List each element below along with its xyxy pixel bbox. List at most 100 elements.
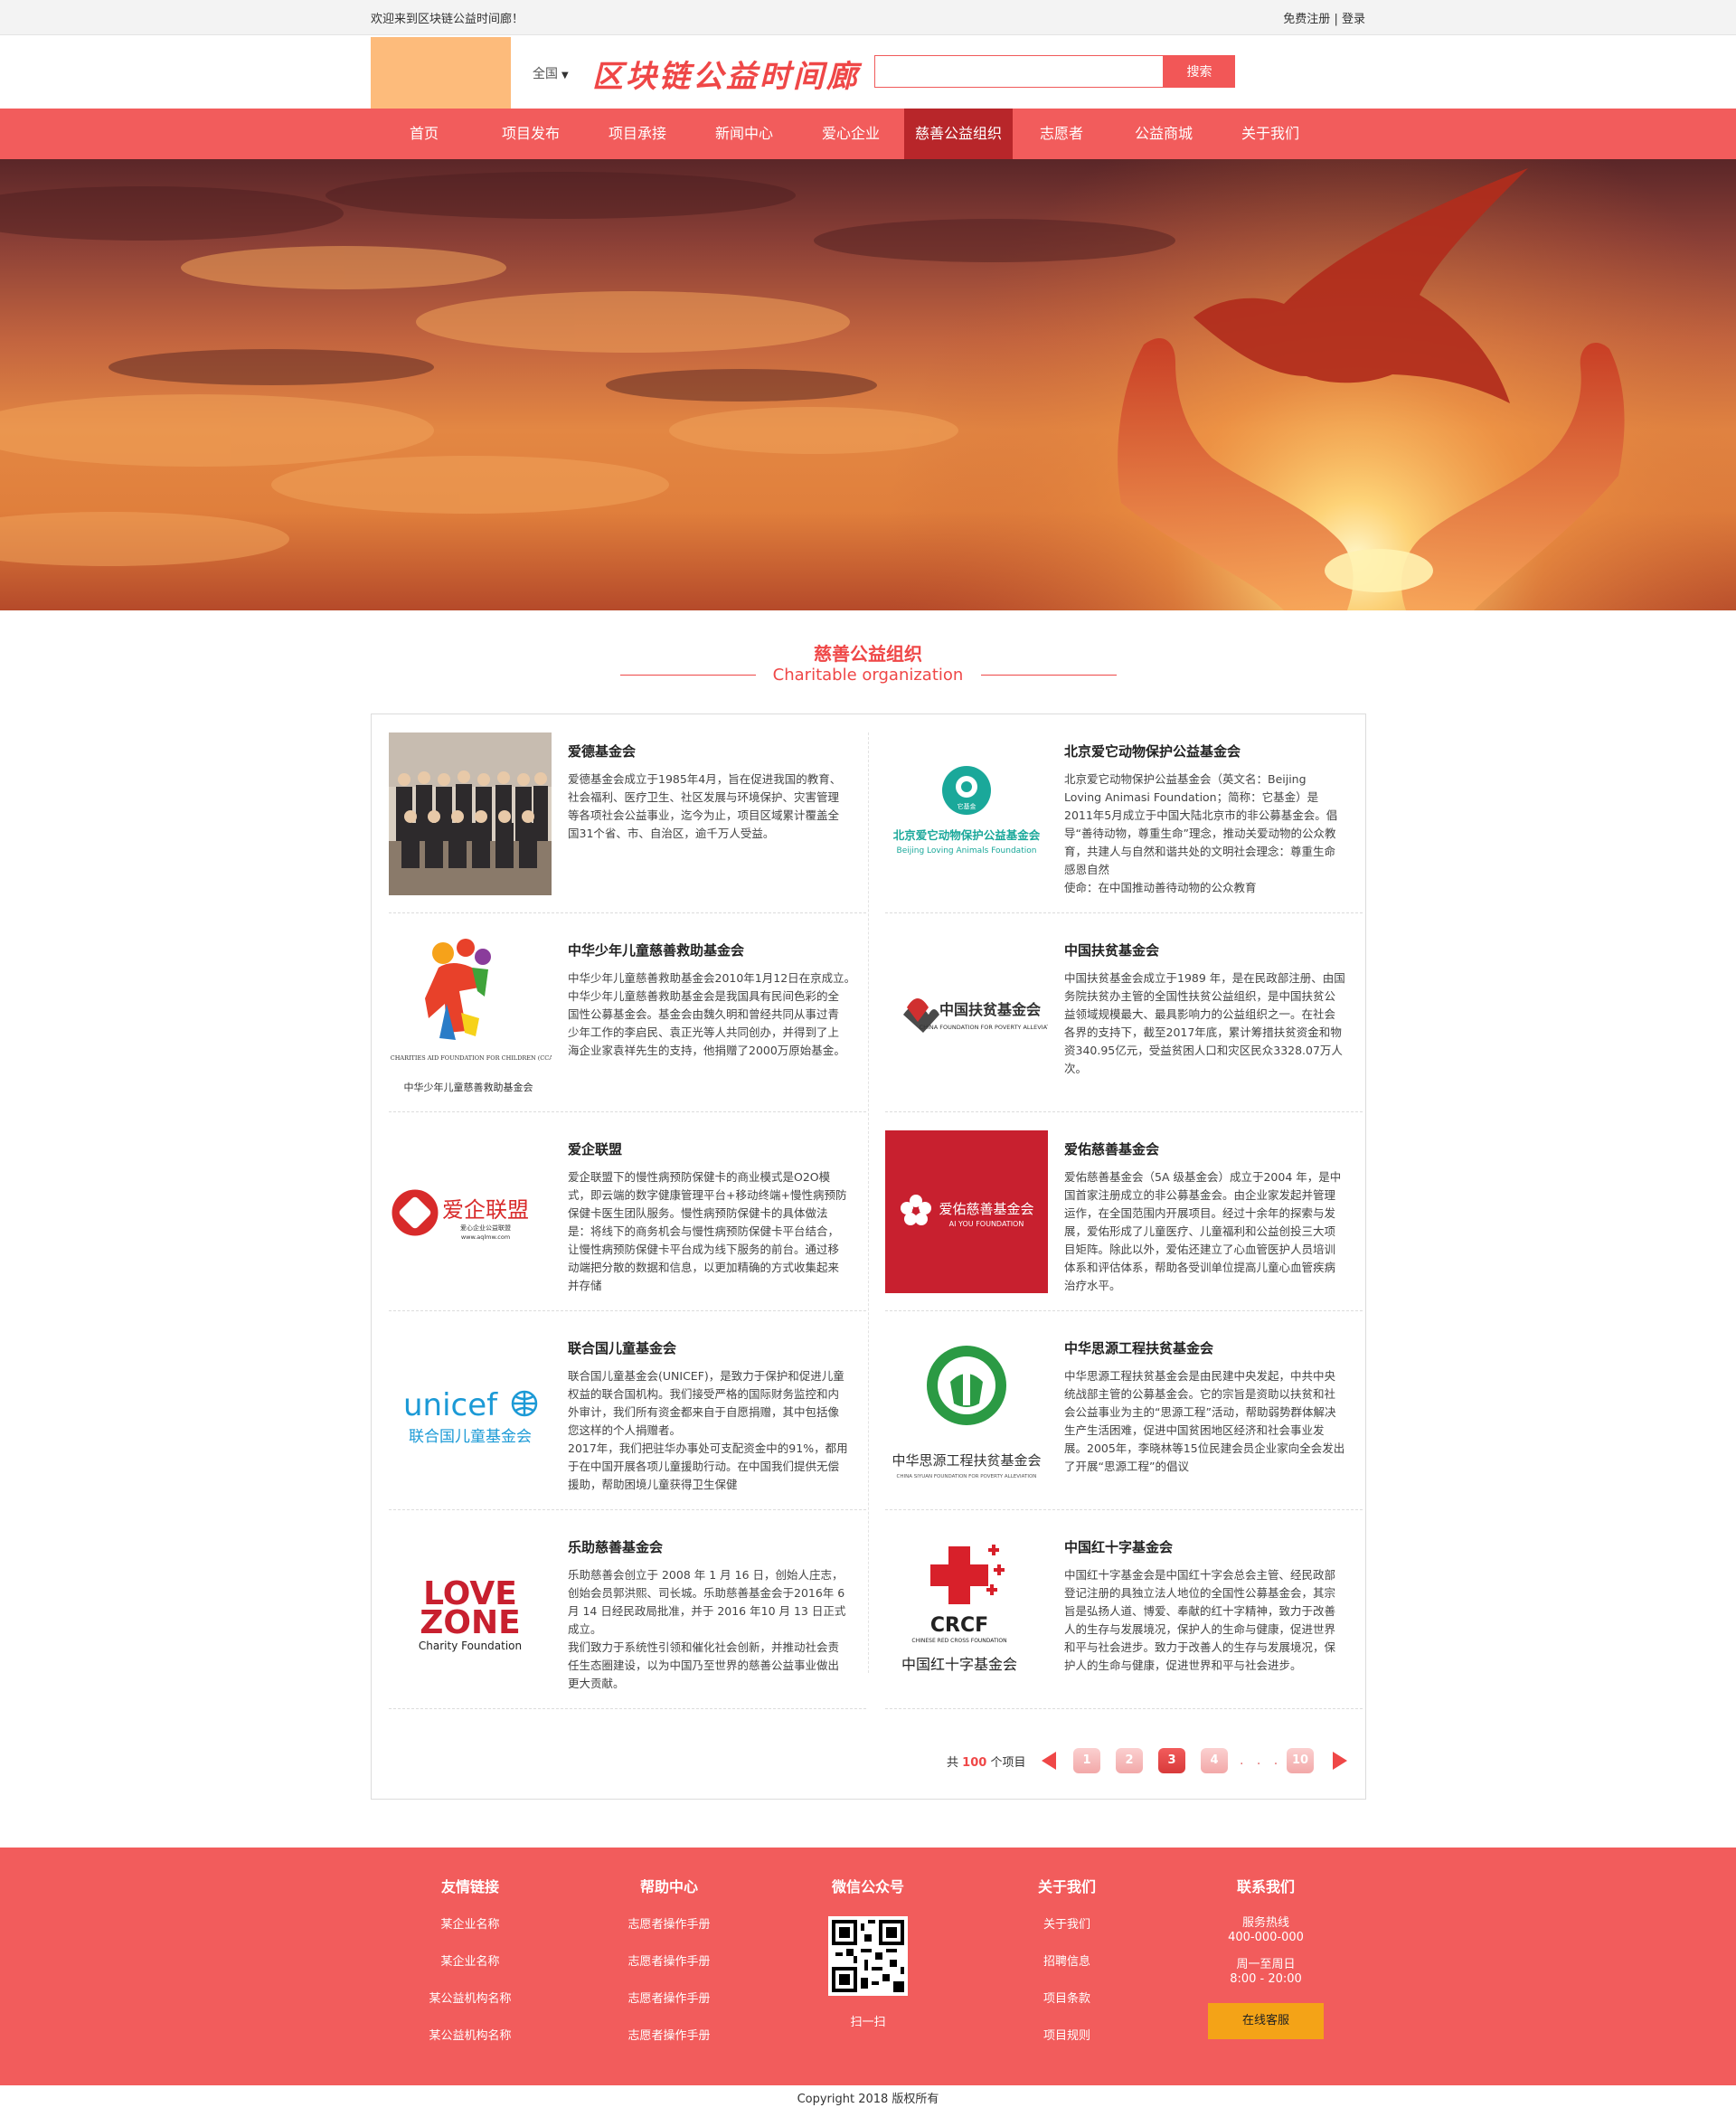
main-nav: 首页 项目发布 项目承接 新闻中心 爱心企业 慈善公益组织 志愿者 公益商城 关… — [0, 109, 1736, 159]
next-page-icon[interactable] — [1333, 1752, 1347, 1770]
search-input[interactable] — [874, 55, 1164, 88]
nav-item-charity-mall[interactable]: 公益商城 — [1110, 109, 1217, 159]
org-name[interactable]: 中国扶贫基金会 — [1064, 940, 1159, 959]
auth-separator: | — [1334, 13, 1338, 26]
register-link[interactable]: 免费注册 — [1283, 13, 1330, 26]
org-card-lovezone[interactable]: LOVE ZONE Charity Foundation 乐助慈善基金会 乐助慈… — [389, 1528, 866, 1709]
nav-list: 首页 项目发布 项目承接 新闻中心 爱心企业 慈善公益组织 志愿者 公益商城 关… — [371, 109, 1324, 159]
org-logo-siyuan: 中华思源工程扶贫基金会 CHINA SIYUAN FOUNDATION FOR … — [885, 1329, 1048, 1492]
logo-text-cn: 中国红十字基金会 — [901, 1656, 1017, 1673]
sunset-dove-hands-image — [0, 159, 1736, 610]
chevron-down-icon: ▼ — [561, 71, 569, 80]
nav-item-home[interactable]: 首页 — [371, 109, 477, 159]
wechat-qr-code[interactable] — [828, 1916, 908, 1996]
org-card-unicef[interactable]: unicef 联合国儿童基金会 联合国儿童基金会 联合国儿童基金会(UNICEF… — [389, 1329, 866, 1510]
footer-heading: 关于我们 — [1037, 1878, 1096, 1895]
footer-link[interactable]: 某企业名称 — [380, 1953, 561, 1971]
prev-page-icon[interactable] — [1042, 1752, 1056, 1770]
footer-link[interactable]: 志愿者操作手册 — [579, 1990, 760, 2008]
org-description: 北京爱它动物保护公益基金会（英文名：Beijing Loving Animasi… — [1064, 772, 1338, 894]
footer-col-links: 友情链接 某企业名称 某企业名称 某公益机构名称 某公益机构名称 — [380, 1875, 561, 2065]
footer-heading: 帮助中心 — [639, 1878, 698, 1895]
org-description: 联合国儿童基金会(UNICEF)，是致力于保护和促进儿童权益的联合国机构。我们接… — [568, 1369, 848, 1491]
footer-link[interactable]: 志愿者操作手册 — [579, 1953, 760, 1971]
org-logo-crcf: CRCF CHINESE RED CROSS FOUNDATION 中国红十字基… — [885, 1528, 1048, 1691]
org-name[interactable]: 中国红十字基金会 — [1064, 1537, 1173, 1556]
nav-item-project-publish[interactable]: 项目发布 — [477, 109, 584, 159]
online-service-button[interactable]: 在线客服 — [1208, 2003, 1324, 2039]
org-name[interactable]: 乐助慈善基金会 — [568, 1537, 663, 1556]
org-logo-aide — [389, 732, 552, 895]
copyright-text: Copyright 2018 版权所有 — [797, 2093, 939, 2106]
pagination-ellipsis: . . . — [1240, 1753, 1283, 1768]
org-card-beijing-loving-animals[interactable]: 它基金 北京爱它动物保护公益基金会 Beijing Loving Animals… — [885, 732, 1363, 913]
org-name[interactable]: 中华思源工程扶贫基金会 — [1064, 1338, 1213, 1357]
page-4-button[interactable]: 4 — [1201, 1748, 1228, 1773]
org-card-cfpa[interactable]: 中国扶贫基金会 CHINA FOUNDATION FOR POVERTY ALL… — [885, 931, 1363, 1112]
org-list-panel: 爱德基金会 爱德基金会成立于1985年4月，旨在促进我国的教育、社会福利、医疗卫… — [371, 714, 1366, 1800]
org-card-aiyou[interactable]: 爱佑慈善基金会 AI YOU FOUNDATION 爱佑慈善基金会 爱佑慈善基金… — [885, 1130, 1363, 1311]
footer-link[interactable]: 某公益机构名称 — [380, 2027, 561, 2046]
org-description: 爱佑慈善基金会（5A 级基金会）成立于2004 年，是中国首家注册成立的非公募基… — [1064, 1170, 1342, 1292]
org-name[interactable]: 爱德基金会 — [568, 742, 636, 761]
footer-link[interactable]: 某公益机构名称 — [380, 1990, 561, 2008]
org-name[interactable]: 北京爱它动物保护公益基金会 — [1064, 742, 1241, 761]
section-subtitle: Charitable organization — [772, 666, 964, 685]
logo-text-en: CHINESE RED CROSS FOUNDATION — [911, 1638, 1006, 1644]
org-name[interactable]: 爱佑慈善基金会 — [1064, 1139, 1159, 1158]
logo-badge-text: 它基金 — [958, 802, 976, 810]
wechat-scan-caption: 扫一扫 — [850, 2016, 886, 2029]
ccafc-child-logo: CHINA CHARITIES AID FOUNDATION FOR CHILD… — [389, 931, 552, 1094]
org-logo-aiyou: 爱佑慈善基金会 AI YOU FOUNDATION — [885, 1130, 1048, 1293]
footer-heading: 友情链接 — [440, 1878, 499, 1895]
page-2-button[interactable]: 2 — [1116, 1748, 1143, 1773]
footer-link[interactable]: 志愿者操作手册 — [579, 2027, 760, 2046]
logo-text-en: Charity Foundation — [419, 1640, 522, 1652]
search-button[interactable]: 搜索 — [1164, 55, 1235, 88]
login-link[interactable]: 登录 — [1342, 13, 1365, 26]
logo-text-sub: 爱心企业公益联盟 — [460, 1224, 511, 1232]
region-label: 全国 — [533, 67, 558, 81]
org-name[interactable]: 联合国儿童基金会 — [568, 1338, 676, 1357]
org-card-aiqi[interactable]: 爱企联盟 爱心企业公益联盟 www.aqlmw.com 爱企联盟 爱企联盟下的慢… — [389, 1130, 866, 1311]
footer-col-contact: 联系我们 服务热线 400-000-000 周一至周日 8:00 - 20:00… — [1175, 1875, 1356, 2039]
page-1-button[interactable]: 1 — [1073, 1748, 1100, 1773]
org-name[interactable]: 中华少年儿童慈善救助基金会 — [568, 940, 744, 959]
top-bar: 欢迎来到区块链公益时间廊！ 免费注册 | 登录 — [0, 0, 1736, 35]
footer-link[interactable]: 项目条款 — [976, 1990, 1157, 2008]
nav-item-news[interactable]: 新闻中心 — [691, 109, 797, 159]
footer-link[interactable]: 志愿者操作手册 — [579, 1916, 760, 1934]
logo-text-mid: ZONE — [420, 1604, 520, 1641]
footer-link[interactable]: 招聘信息 — [976, 1953, 1157, 1971]
page-3-button[interactable]: 3 — [1158, 1748, 1185, 1773]
lovezone-wordmark-logo: LOVE ZONE Charity Foundation — [389, 1528, 552, 1691]
logo-text-en: unicef — [403, 1387, 498, 1423]
org-card-siyuan[interactable]: 中华思源工程扶贫基金会 CHINA SIYUAN FOUNDATION FOR … — [885, 1329, 1363, 1510]
org-name[interactable]: 爱企联盟 — [568, 1139, 622, 1158]
footer-link[interactable]: 某企业名称 — [380, 1916, 561, 1934]
org-logo-beijing-loving-animals: 它基金 北京爱它动物保护公益基金会 Beijing Loving Animals… — [885, 732, 1048, 895]
logo-text-en: AI YOU FOUNDATION — [949, 1220, 1024, 1228]
nav-item-charity-orgs[interactable]: 慈善公益组织 — [904, 109, 1013, 159]
section-title: 慈善公益组织 — [814, 643, 922, 665]
siyuan-round-emblem-logo: 中华思源工程扶贫基金会 CHINA SIYUAN FOUNDATION FOR … — [885, 1329, 1048, 1492]
aiqi-knot-logo: 爱企联盟 爱心企业公益联盟 www.aqlmw.com — [389, 1130, 552, 1293]
org-card-aide[interactable]: 爱德基金会 爱德基金会成立于1985年4月，旨在促进我国的教育、社会福利、医疗卫… — [389, 732, 866, 913]
hero-banner — [0, 159, 1736, 610]
nav-item-project-undertake[interactable]: 项目承接 — [584, 109, 691, 159]
nav-item-caring-enterprises[interactable]: 爱心企业 — [797, 109, 904, 159]
logo-text-url: www.aqlmw.com — [461, 1233, 510, 1241]
logo-text-cn: 中华少年儿童慈善救助基金会 — [404, 1081, 533, 1093]
nav-item-volunteers[interactable]: 志愿者 — [1013, 109, 1110, 159]
org-card-crcf[interactable]: CRCF CHINESE RED CROSS FOUNDATION 中国红十字基… — [885, 1528, 1363, 1709]
nav-item-about[interactable]: 关于我们 — [1217, 109, 1324, 159]
footer-link[interactable]: 项目规则 — [976, 2027, 1157, 2046]
org-card-ccafc[interactable]: CHINA CHARITIES AID FOUNDATION FOR CHILD… — [389, 931, 866, 1112]
org-description: 中华少年儿童慈善救助基金会2010年1月12日在京成立。 中华少年儿童慈善救助基… — [568, 971, 850, 1057]
site-logo[interactable] — [371, 37, 511, 109]
page-10-button[interactable]: 10 — [1287, 1748, 1314, 1773]
region-selector[interactable]: 全国 ▼ — [533, 64, 569, 82]
footer-link[interactable]: 关于我们 — [976, 1916, 1157, 1934]
logo-text-cn: 爱企联盟 — [442, 1197, 529, 1223]
logo-text-cn: 爱佑慈善基金会 — [939, 1201, 1033, 1217]
